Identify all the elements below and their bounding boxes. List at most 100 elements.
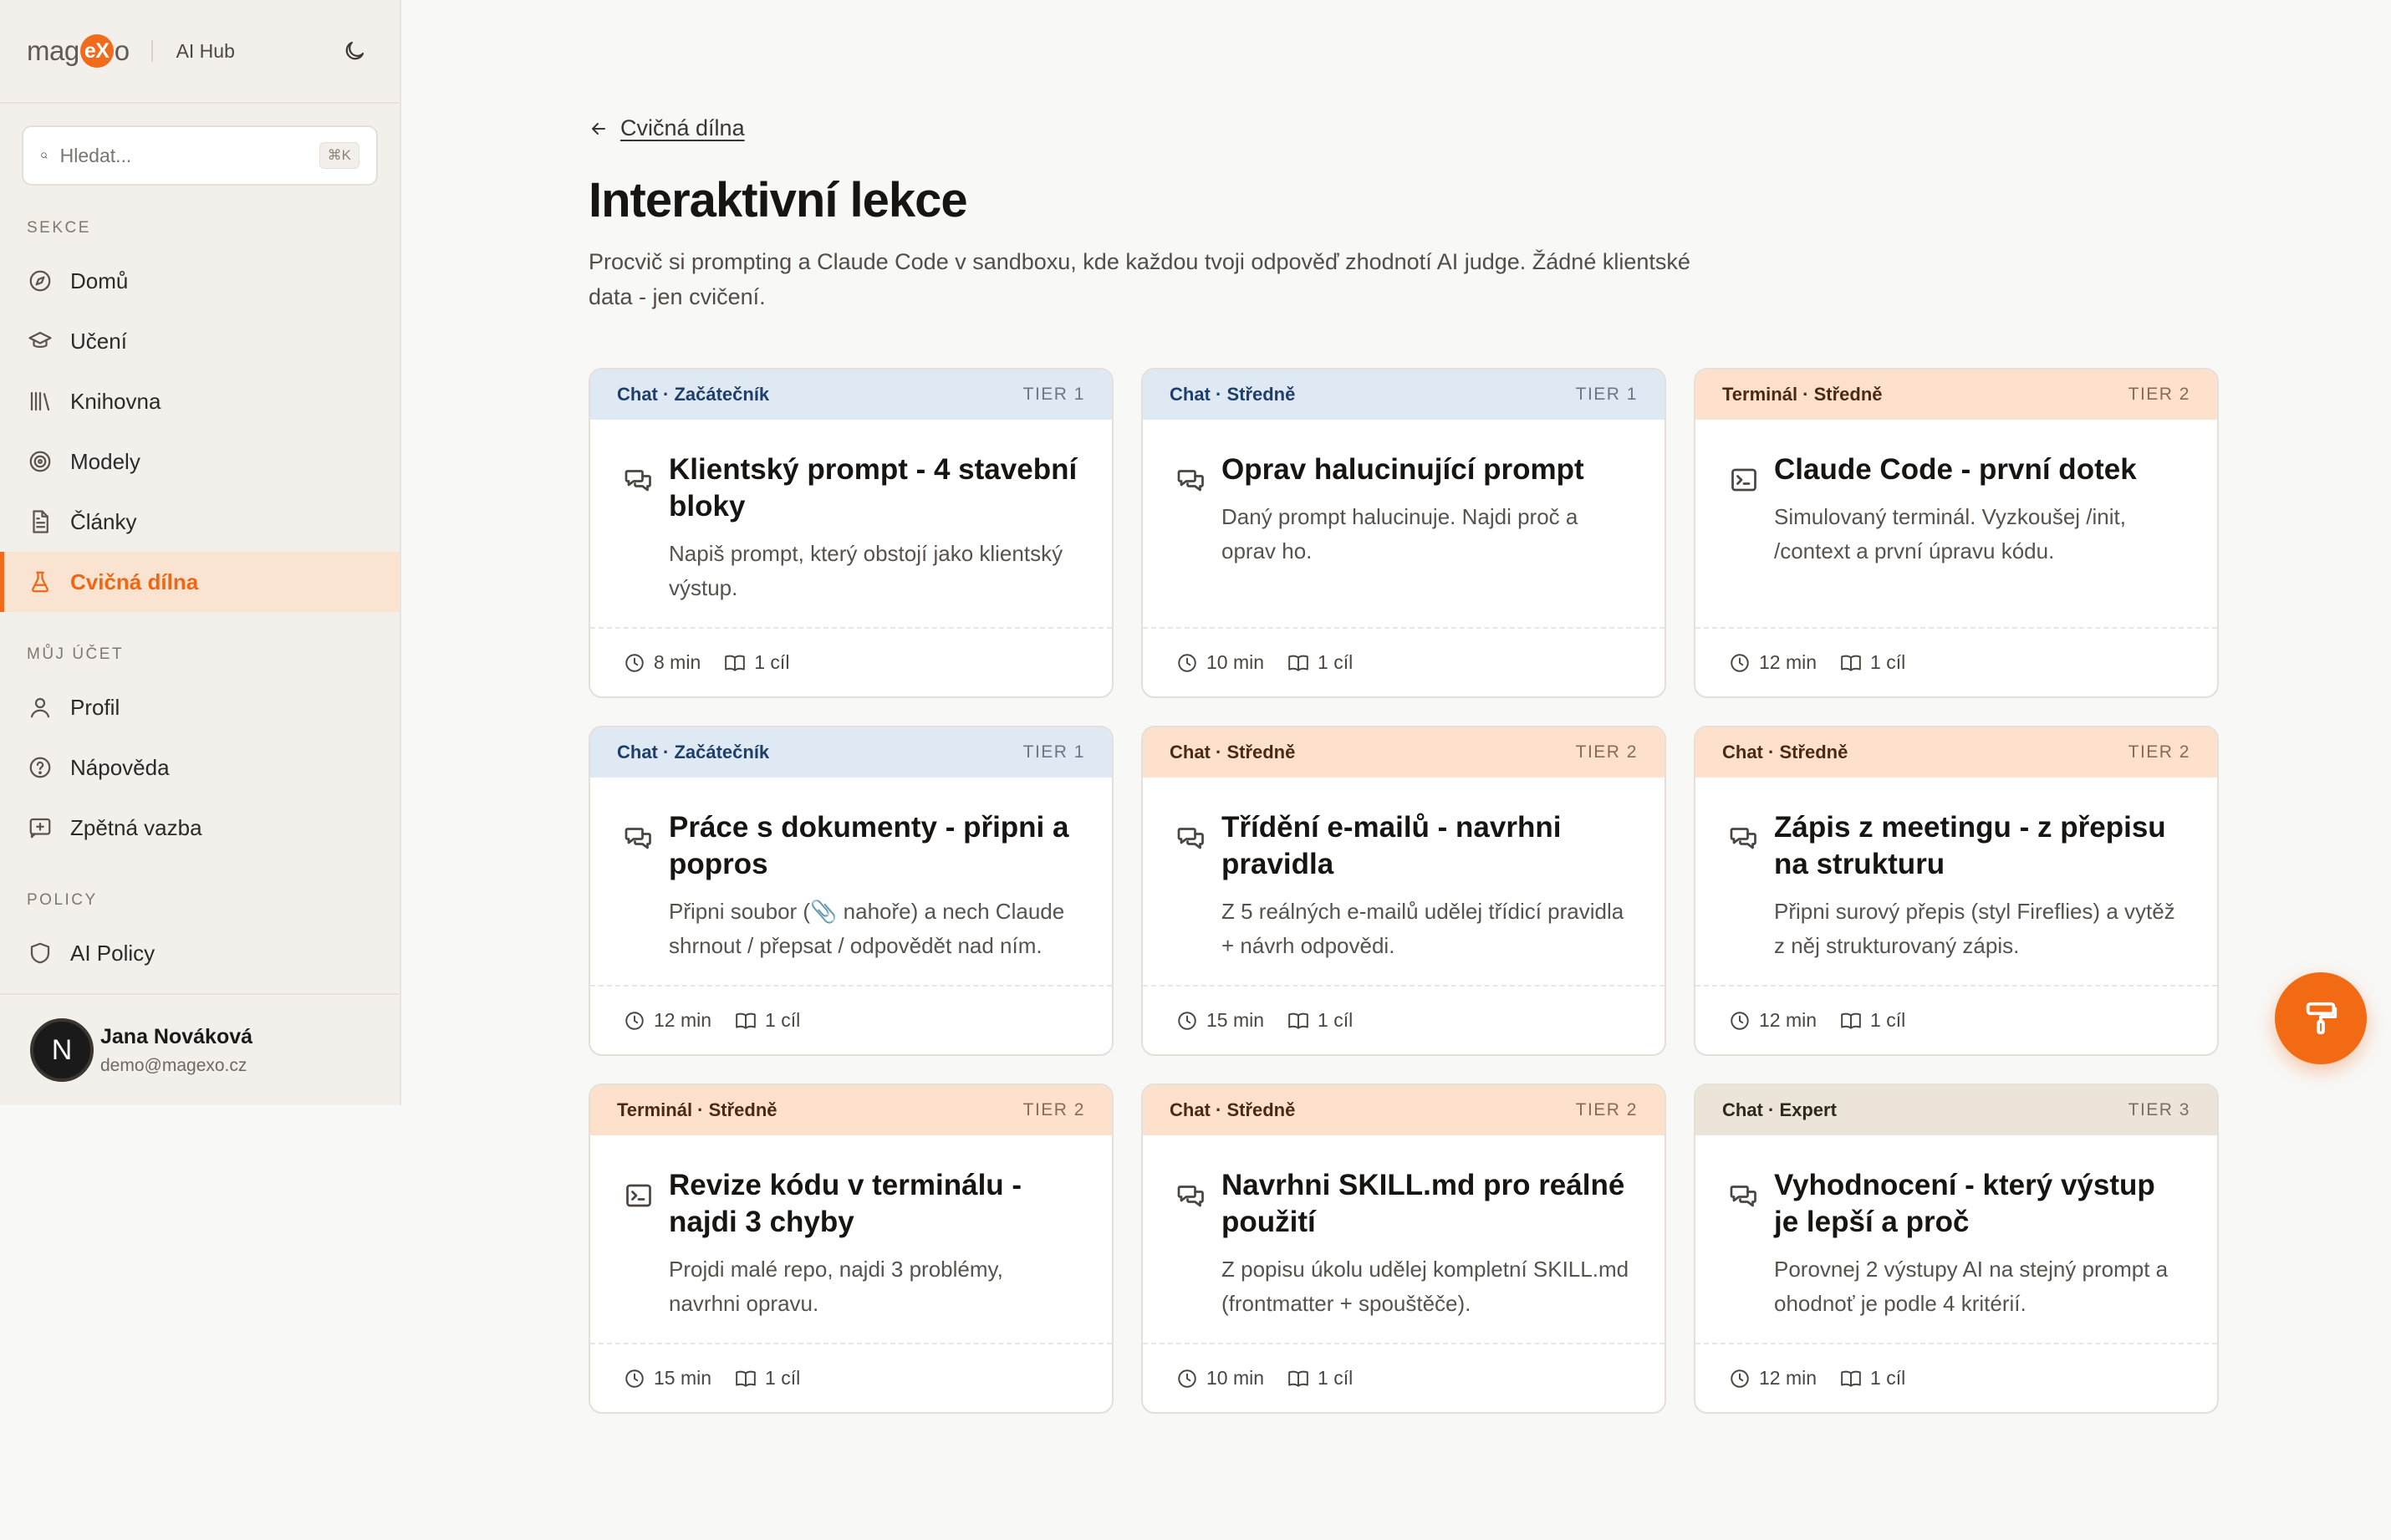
page-title: Interaktivní lekce	[589, 173, 968, 227]
sidebar-item-profil[interactable]: Profil	[0, 677, 400, 737]
lesson-card[interactable]: Chat · Středně TIER 2 Zápis z meetingu - z…	[1694, 726, 2219, 1056]
lesson-duration-value: 12 min	[1759, 651, 1817, 673]
lesson-title: Práce s dokumenty - připni a popros	[669, 811, 1069, 880]
lesson-duration: 10 min	[1176, 651, 1264, 674]
book-icon	[725, 655, 746, 671]
logo-text-post: o	[114, 35, 130, 66]
sidebar: mageXo AI Hub ⌘K SEKCE Domů Učení Knihovna M…	[0, 0, 401, 1105]
lesson-tier-badge: TIER 2	[1022, 1100, 1085, 1119]
lesson-description: Připni surový přepis (styl Fireflies) a …	[1774, 899, 2175, 958]
clock-icon	[1178, 1011, 1196, 1030]
sidebar-item-domu[interactable]: Domů	[0, 251, 400, 311]
lesson-goals: 1 cíl	[1840, 1367, 1905, 1390]
book-icon	[1841, 1012, 1861, 1029]
lesson-duration-value: 12 min	[654, 1009, 712, 1031]
clock-icon	[1731, 653, 1749, 672]
sidebar-item-icon	[27, 508, 54, 535]
lesson-duration: 8 min	[624, 651, 701, 674]
lesson-duration-value: 12 min	[1759, 1367, 1817, 1389]
paint-roller-icon	[2306, 1002, 2337, 1035]
lesson-type-icon	[1176, 1180, 1206, 1211]
clock-icon	[625, 653, 644, 672]
lesson-goals: 1 cíl	[1287, 1009, 1353, 1032]
lesson-card[interactable]: Chat · Začátečník TIER 1 Práce s dokumenty…	[589, 726, 1114, 1056]
sidebar-item-ai-policy[interactable]: AI Policy	[0, 923, 400, 983]
sidebar-item-zpetna-vazba[interactable]: Zpětná vazba	[0, 798, 400, 858]
sidebar-item-icon	[27, 754, 54, 781]
theme-toggle-button[interactable]	[336, 33, 373, 69]
search-box[interactable]: ⌘K	[22, 125, 378, 186]
lesson-type-icon	[1176, 823, 1206, 853]
lesson-card-footer: 12 min 1 cíl	[1695, 1343, 2217, 1412]
lesson-card-footer: 12 min 1 cíl	[1695, 627, 2217, 696]
customize-fab-button[interactable]	[2275, 972, 2367, 1064]
lesson-type-icon	[1176, 465, 1206, 495]
target-icon	[29, 451, 51, 472]
lesson-duration: 15 min	[1176, 1009, 1264, 1032]
user-name: Jana Nováková	[100, 1024, 253, 1048]
clock-icon	[1731, 1011, 1749, 1030]
lesson-card-header: Terminál · Středně TIER 2	[1695, 370, 2217, 420]
lesson-card-footer: 10 min 1 cíl	[1143, 1343, 1665, 1412]
sidebar-item-modely[interactable]: Modely	[0, 431, 400, 492]
lesson-title: Navrhni SKILL.md pro reálné použití	[1221, 1169, 1625, 1238]
chat-icon	[625, 470, 651, 492]
lesson-description: Z 5 reálných e-mailů udělej třídicí prav…	[1221, 899, 1624, 958]
lesson-card[interactable]: Chat · Středně TIER 2 Třídění e-mailů - na…	[1141, 726, 1666, 1056]
sidebar-item-icon	[27, 388, 54, 415]
lesson-card-body: Oprav halucinující prompt Daný prompt hal…	[1143, 420, 1665, 627]
lesson-card[interactable]: Chat · Začátečník TIER 1 Klientský prompt …	[589, 368, 1114, 698]
lesson-duration: 12 min	[1729, 651, 1817, 674]
lesson-title: Oprav halucinující prompt	[1221, 453, 1584, 486]
lesson-goals: 1 cíl	[1840, 1009, 1905, 1032]
lesson-title: Revize kódu v terminálu - najdi 3 chyby	[669, 1169, 1022, 1238]
lesson-category: Terminál · Středně	[617, 1099, 777, 1120]
lesson-card-body: Revize kódu v terminálu - najdi 3 chyby P…	[590, 1135, 1112, 1343]
lesson-card[interactable]: Chat · Expert TIER 3 Vyhodnocení - který v…	[1694, 1084, 2219, 1414]
lesson-title: Klientský prompt - 4 stavební bloky	[669, 453, 1078, 523]
lesson-type-icon	[1729, 823, 1759, 853]
search-input[interactable]	[59, 144, 308, 167]
avatar[interactable]: N	[30, 1018, 94, 1082]
lesson-tier-badge: TIER 2	[2128, 742, 2190, 762]
lesson-duration-value: 15 min	[1206, 1009, 1265, 1031]
shield-icon	[30, 942, 50, 964]
lesson-description: Simulovaný terminál. Vyzkoušej /init, /c…	[1774, 504, 2126, 563]
lesson-title: Třídění e-mailů - navrhni pravidla	[1221, 811, 1562, 880]
lesson-card[interactable]: Terminál · Středně TIER 2 Revize kódu v te…	[589, 1084, 1114, 1414]
lesson-card-body: Třídění e-mailů - navrhni pravidla Z 5 re…	[1143, 778, 1665, 985]
user-profile-block[interactable]: N Jana Nováková demo@magexo.cz	[0, 993, 400, 1105]
lesson-type-icon	[624, 465, 654, 495]
lesson-card-header: Chat · Středně TIER 1	[1143, 370, 1665, 420]
lesson-category: Chat · Začátečník	[617, 384, 770, 405]
lesson-goals: 1 cíl	[735, 1009, 800, 1032]
lesson-card-body: Zápis z meetingu - z přepisu na struktur…	[1695, 778, 2217, 985]
logo-text-pre: mag	[27, 35, 79, 66]
lesson-card-body: Klientský prompt - 4 stavební bloky Napiš…	[590, 420, 1112, 627]
lesson-card[interactable]: Chat · Středně TIER 2 Navrhni SKILL.md pro…	[1141, 1084, 1666, 1414]
magexo-logo[interactable]: mag eX o	[27, 34, 130, 68]
lesson-card[interactable]: Terminál · Středně TIER 2 Claude Code - pr…	[1694, 368, 2219, 698]
sidebar-item-label: Cvičná dílna	[70, 569, 199, 594]
sidebar-item-napoveda[interactable]: Nápověda	[0, 737, 400, 798]
sidebar-item-knihovna[interactable]: Knihovna	[0, 371, 400, 431]
logo-divider	[150, 40, 153, 62]
clock-icon	[625, 1369, 644, 1388]
lesson-goals-value: 1 cíl	[754, 651, 790, 673]
sidebar-item-label: Zpětná vazba	[70, 814, 202, 840]
sidebar-item-label: AI Policy	[70, 940, 155, 966]
lesson-card[interactable]: Chat · Středně TIER 1 Oprav halucinující p…	[1141, 368, 1666, 698]
lesson-tier-badge: TIER 2	[1575, 1100, 1638, 1119]
lesson-title-row: Revize kódu v terminálu - najdi 3 chyby P…	[624, 1167, 1078, 1321]
sidebar-item-cvicna-dilna[interactable]: Cvičná dílna	[0, 552, 400, 612]
clock-icon	[625, 1011, 644, 1030]
book-icon	[1841, 655, 1861, 671]
sidebar-item-uceni[interactable]: Učení	[0, 311, 400, 371]
lesson-text: Třídění e-mailů - navrhni pravidla Z 5 re…	[1221, 809, 1631, 963]
terminal-icon	[626, 1184, 651, 1207]
sidebar-item-clanky[interactable]: Články	[0, 492, 400, 552]
back-link[interactable]: Cvičná dílna	[589, 115, 745, 141]
sidebar-item-label: Učení	[70, 328, 127, 354]
lesson-duration-value: 15 min	[654, 1367, 712, 1389]
lesson-category: Terminál · Středně	[1722, 384, 1883, 405]
